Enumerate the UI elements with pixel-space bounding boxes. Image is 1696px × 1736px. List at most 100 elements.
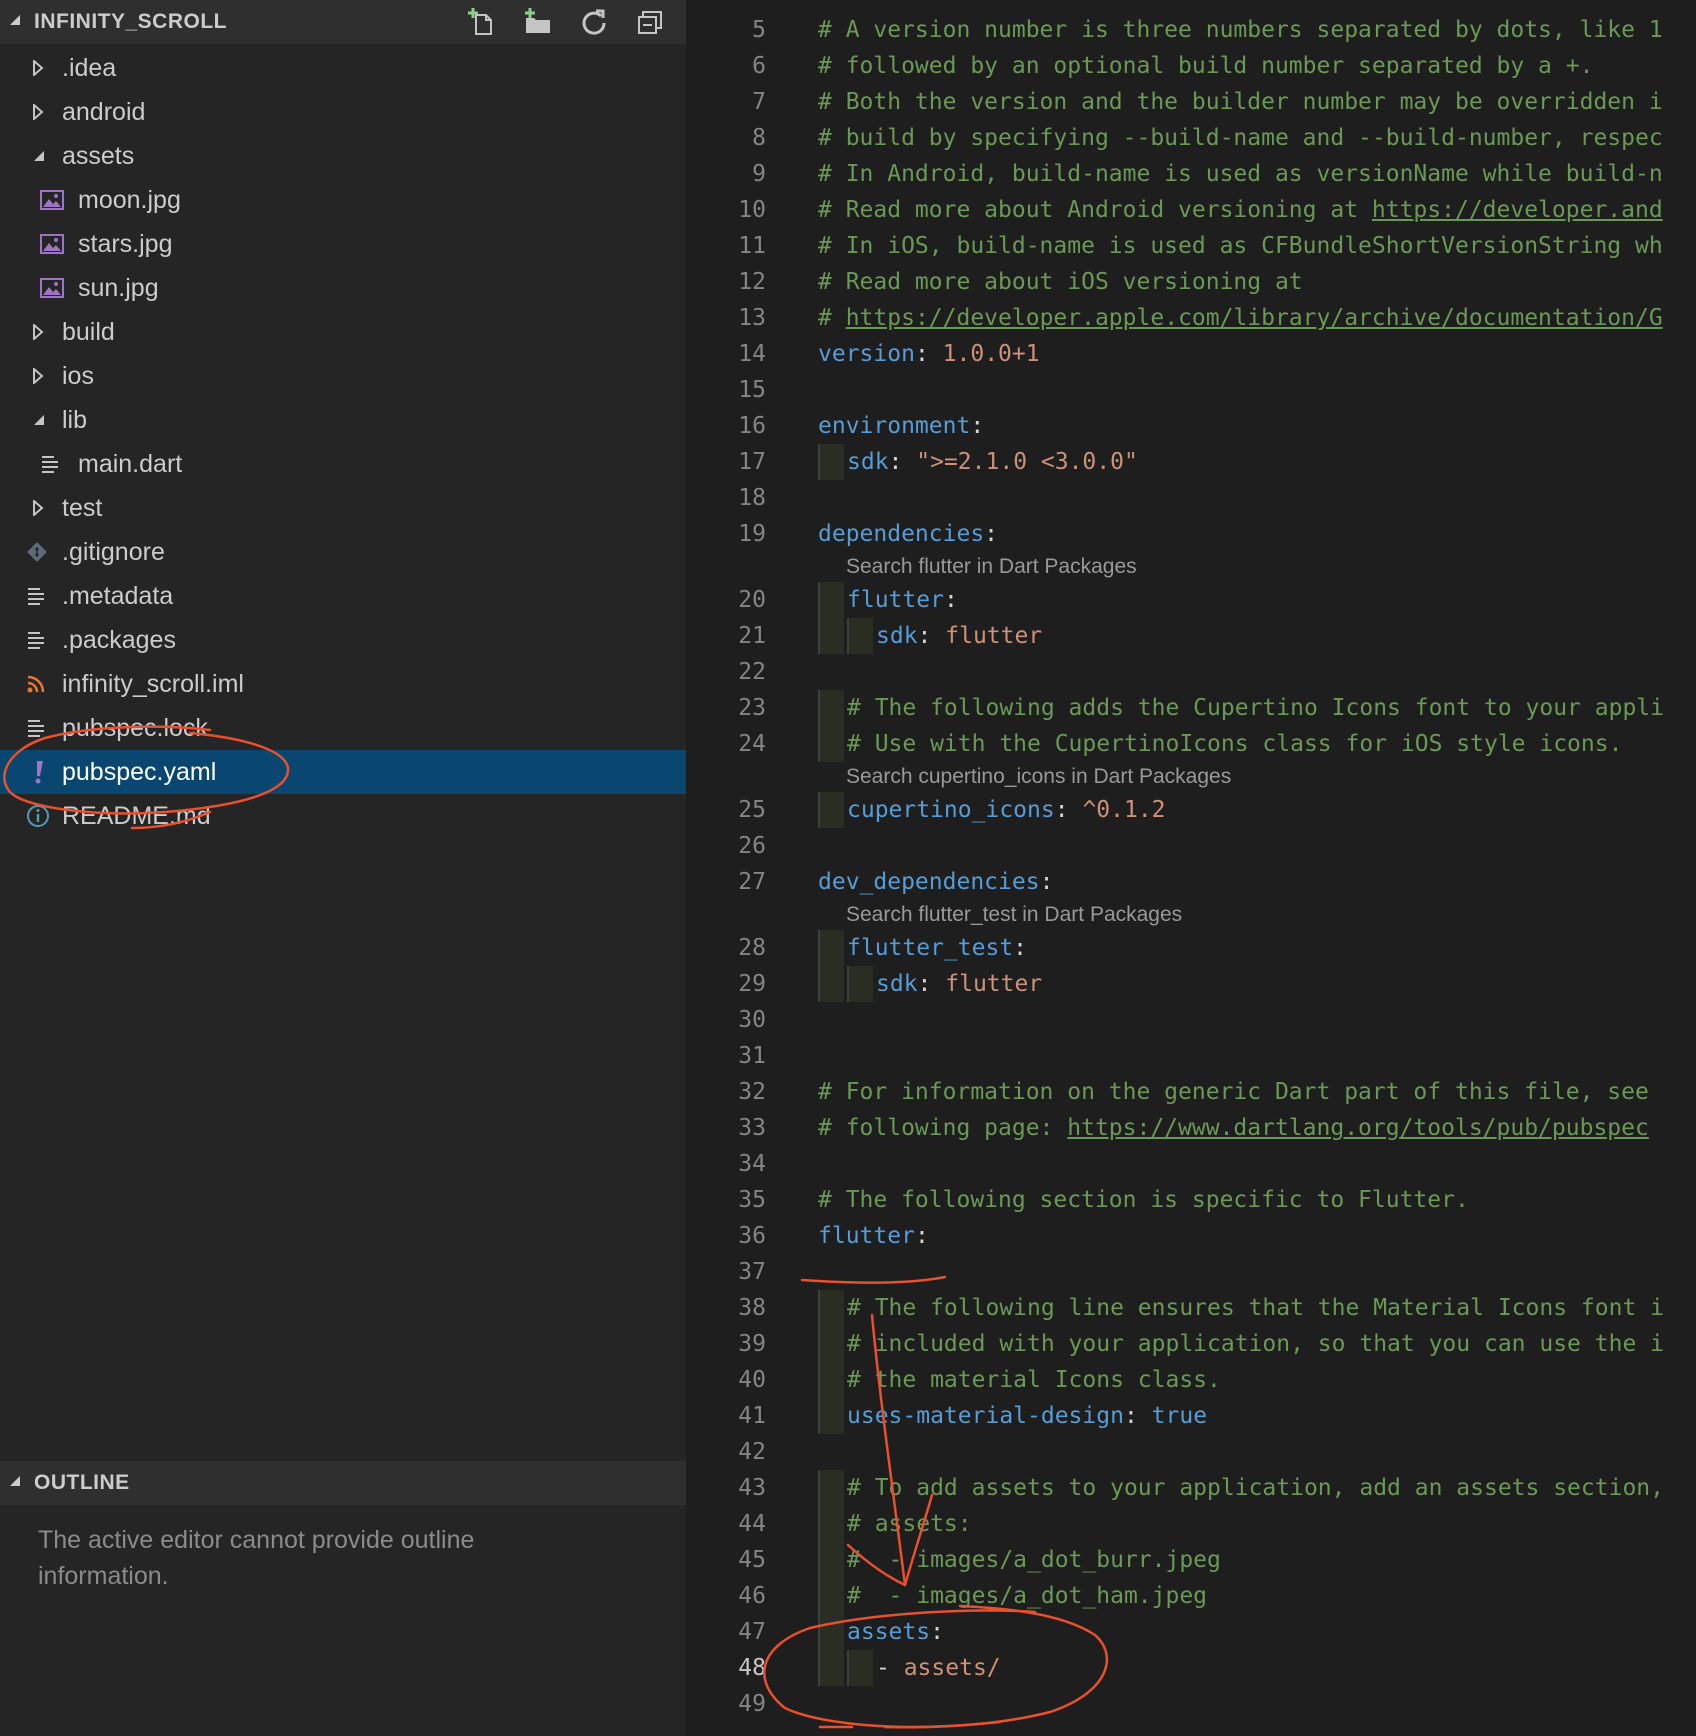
tree-file[interactable]: moon.jpg xyxy=(0,178,686,222)
chevron-right-icon[interactable] xyxy=(32,486,44,530)
tree-folder[interactable]: test xyxy=(0,486,686,530)
line-number: 10 xyxy=(738,197,766,223)
code-text: uses-material-design: true xyxy=(847,1398,1207,1434)
code-line[interactable]: 14 version: 1.0.0+1 xyxy=(686,336,1696,372)
explorer-header[interactable]: INFINITY_SCROLL xyxy=(0,0,686,44)
chevron-right-icon[interactable] xyxy=(32,310,44,354)
code-line[interactable]: 45 # - images/a_dot_burr.jpeg xyxy=(686,1542,1696,1578)
code-line[interactable]: 5 # A version number is three numbers sep… xyxy=(686,12,1696,48)
code-line[interactable]: 47 assets: xyxy=(686,1614,1696,1650)
codelens-search-link[interactable]: Search flutter_test in Dart Packages xyxy=(846,900,1182,930)
code-line[interactable]: 19 dependencies: xyxy=(686,516,1696,552)
tree-folder[interactable]: assets xyxy=(0,134,686,178)
codelens-search-link[interactable]: Search flutter in Dart Packages xyxy=(846,552,1137,582)
tree-folder[interactable]: .idea xyxy=(0,46,686,90)
code-text: # A version number is three numbers sepa… xyxy=(818,12,1663,48)
code-text: flutter: xyxy=(818,1218,929,1254)
line-number: 38 xyxy=(738,1295,766,1321)
code-line[interactable]: 43 # To add assets to your application, a… xyxy=(686,1470,1696,1506)
code-line[interactable]: 35 # The following section is specific to… xyxy=(686,1182,1696,1218)
code-line[interactable]: 15 xyxy=(686,372,1696,408)
comment-link[interactable]: https://developer.apple.com/library/arch… xyxy=(846,305,1663,331)
code-line[interactable]: 29 sdk: flutter xyxy=(686,966,1696,1002)
code-line[interactable]: 28 flutter_test: xyxy=(686,930,1696,966)
code-line[interactable]: 22 xyxy=(686,654,1696,690)
code-line[interactable]: 10 # Read more about Android versioning a… xyxy=(686,192,1696,228)
tree-folder[interactable]: android xyxy=(0,90,686,134)
code-line[interactable]: 8 # build by specifying --build-name and … xyxy=(686,120,1696,156)
code-line[interactable]: 38 # The following line ensures that the … xyxy=(686,1290,1696,1326)
code-line[interactable]: 25 cupertino_icons: ^0.1.2 xyxy=(686,792,1696,828)
code-line[interactable]: 36 flutter: xyxy=(686,1218,1696,1254)
tree-folder[interactable]: lib xyxy=(0,398,686,442)
codelens-search-link[interactable]: Search cupertino_icons in Dart Packages xyxy=(846,762,1231,792)
chevron-down-icon[interactable] xyxy=(32,134,46,178)
line-number: 48 xyxy=(738,1655,766,1681)
code-text: # The following adds the Cupertino Icons… xyxy=(847,690,1664,726)
tree-file[interactable]: .metadata xyxy=(0,574,686,618)
code-line[interactable]: 20 flutter: xyxy=(686,582,1696,618)
code-line[interactable]: 11 # In iOS, build-name is used as CFBund… xyxy=(686,228,1696,264)
code-line[interactable]: 23 # The following adds the Cupertino Ico… xyxy=(686,690,1696,726)
chevron-right-icon[interactable] xyxy=(32,46,44,90)
chevron-right-icon[interactable] xyxy=(32,90,44,134)
comment-link[interactable]: https://www.dartlang.org/tools/pub/pubsp… xyxy=(1067,1115,1649,1141)
tree-file[interactable]: README.md xyxy=(0,794,686,838)
code-line[interactable]: 7 # Both the version and the builder numb… xyxy=(686,84,1696,120)
line-number: 26 xyxy=(738,833,766,859)
line-number: 15 xyxy=(738,377,766,403)
tree-file[interactable]: .gitignore xyxy=(0,530,686,574)
comment-token: # - images/a_dot_burr.jpeg xyxy=(847,1547,1221,1573)
line-number: 14 xyxy=(738,341,766,367)
tree-folder[interactable]: ios xyxy=(0,354,686,398)
new-file-icon[interactable] xyxy=(466,6,498,38)
code-line[interactable]: 41 uses-material-design: true xyxy=(686,1398,1696,1434)
code-line[interactable]: 39 # included with your application, so t… xyxy=(686,1326,1696,1362)
outline-header[interactable]: OUTLINE xyxy=(0,1461,686,1505)
code-line[interactable]: 12 # Read more about iOS versioning at xyxy=(686,264,1696,300)
chevron-down-icon[interactable] xyxy=(32,398,46,442)
code-line[interactable]: 9 # In Android, build-name is used as ver… xyxy=(686,156,1696,192)
tree-file[interactable]: pubspec.lock xyxy=(0,706,686,750)
tree-file[interactable]: main.dart xyxy=(0,442,686,486)
code-line[interactable]: 24 # Use with the CupertinoIcons class fo… xyxy=(686,726,1696,762)
chevron-down-icon[interactable] xyxy=(8,1474,22,1488)
code-line[interactable]: 6 # followed by an optional build number … xyxy=(686,48,1696,84)
comment-token: # Read more about iOS versioning at xyxy=(818,269,1303,295)
code-line[interactable]: 49 xyxy=(686,1686,1696,1722)
code-line[interactable]: 30 xyxy=(686,1002,1696,1038)
code-line[interactable]: 48 - assets/ xyxy=(686,1650,1696,1686)
code-line[interactable]: 34 xyxy=(686,1146,1696,1182)
tree-folder[interactable]: build xyxy=(0,310,686,354)
code-line[interactable]: 32 # For information on the generic Dart … xyxy=(686,1074,1696,1110)
tree-file[interactable]: .packages xyxy=(0,618,686,662)
code-line[interactable]: 40 # the material Icons class. xyxy=(686,1362,1696,1398)
code-line[interactable]: 17 sdk: ">=2.1.0 <3.0.0" xyxy=(686,444,1696,480)
chevron-down-icon[interactable] xyxy=(8,13,22,27)
code-line[interactable]: 44 # assets: xyxy=(686,1506,1696,1542)
code-line[interactable]: 18 xyxy=(686,480,1696,516)
code-line[interactable]: 37 xyxy=(686,1254,1696,1290)
code-text: # In iOS, build-name is used as CFBundle… xyxy=(818,228,1663,264)
comment-link[interactable]: https://developer.and xyxy=(1372,197,1663,223)
tree-file[interactable]: pubspec.yaml xyxy=(0,750,686,794)
code-line[interactable]: 21 sdk: flutter xyxy=(686,618,1696,654)
tree-file[interactable]: stars.jpg xyxy=(0,222,686,266)
new-folder-icon[interactable] xyxy=(522,6,554,38)
collapse-all-icon[interactable] xyxy=(634,6,666,38)
chevron-right-icon[interactable] xyxy=(32,354,44,398)
code-line[interactable]: 33 # following page: https://www.dartlang… xyxy=(686,1110,1696,1146)
code-line[interactable]: 46 # - images/a_dot_ham.jpeg xyxy=(686,1578,1696,1614)
tree-file[interactable]: sun.jpg xyxy=(0,266,686,310)
code-line[interactable]: 16 environment: xyxy=(686,408,1696,444)
code-line[interactable]: 27 dev_dependencies: xyxy=(686,864,1696,900)
code-line[interactable]: 31 xyxy=(686,1038,1696,1074)
line-number: 24 xyxy=(738,731,766,757)
list-dash: - xyxy=(876,1655,904,1681)
code-line[interactable]: 26 xyxy=(686,828,1696,864)
code-line[interactable]: 42 xyxy=(686,1434,1696,1470)
code-line[interactable]: 13 # https://developer.apple.com/library/… xyxy=(686,300,1696,336)
code-editor[interactable]: 5 # A version number is three numbers sep… xyxy=(686,0,1696,1736)
refresh-icon[interactable] xyxy=(578,6,610,38)
tree-file[interactable]: infinity_scroll.iml xyxy=(0,662,686,706)
